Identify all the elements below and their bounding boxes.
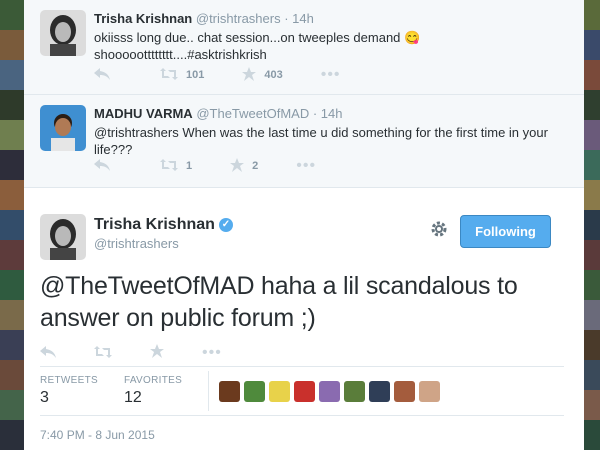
following-button[interactable]: Following bbox=[460, 215, 551, 248]
retweet-button[interactable]: 101 bbox=[160, 67, 204, 83]
context-tweet[interactable]: MADHU VARMA @TheTweetOfMAD · 14h @trisht… bbox=[24, 94, 584, 187]
more-button[interactable]: ••• bbox=[321, 66, 349, 84]
conversation-context: Trisha Krishnan @trishtrashers · 14h oki… bbox=[24, 0, 584, 188]
tweet-actions: 101 403 ••• bbox=[94, 66, 369, 84]
tweet-text: @trishtrashers When was the last time u … bbox=[94, 125, 548, 157]
reply-icon bbox=[40, 345, 56, 362]
favorite-button[interactable]: 2 bbox=[230, 157, 259, 175]
favorite-button[interactable]: 403 bbox=[242, 66, 283, 84]
author-name[interactable]: Trisha Krishnan bbox=[94, 216, 215, 234]
tweet-stats: RETWEETS 3 FAVORITES 12 bbox=[40, 366, 564, 416]
favoriter-avatar[interactable] bbox=[419, 380, 441, 402]
star-icon bbox=[150, 344, 164, 362]
retweet-icon bbox=[160, 67, 178, 83]
reply-icon bbox=[94, 67, 110, 83]
avatar[interactable] bbox=[40, 10, 86, 56]
favorite-count: 403 bbox=[264, 69, 283, 81]
reply-button[interactable] bbox=[40, 345, 64, 362]
favorites-stat[interactable]: FAVORITES 12 bbox=[124, 375, 182, 407]
verified-badge-icon: ✓ bbox=[218, 218, 233, 232]
reply-button[interactable] bbox=[94, 158, 118, 174]
author-name[interactable]: Trisha Krishnan bbox=[94, 11, 192, 26]
author-name[interactable]: MADHU VARMA bbox=[94, 106, 193, 121]
avatar[interactable] bbox=[40, 214, 86, 260]
favoriter-avatar[interactable] bbox=[219, 380, 241, 402]
star-icon bbox=[242, 66, 257, 84]
favorite-count: 2 bbox=[252, 160, 259, 172]
more-icon: ••• bbox=[320, 66, 341, 83]
favoriter-avatar[interactable] bbox=[394, 380, 416, 402]
favorites-label: FAVORITES bbox=[123, 375, 183, 386]
favoriter-avatars bbox=[219, 380, 444, 402]
tweet-actions: ••• bbox=[40, 344, 260, 362]
favoriter-avatar[interactable] bbox=[269, 380, 291, 402]
retweets-stat[interactable]: RETWEETS 3 bbox=[40, 375, 98, 407]
author-name-row[interactable]: Trisha Krishnan ✓ bbox=[94, 216, 233, 234]
more-icon: ••• bbox=[296, 157, 317, 174]
favoriter-avatar[interactable] bbox=[344, 380, 366, 402]
favoriter-avatar[interactable] bbox=[294, 380, 316, 402]
tweet-time[interactable]: · 14h bbox=[284, 11, 314, 26]
favorite-button[interactable] bbox=[150, 344, 172, 362]
favorites-count: 12 bbox=[123, 389, 142, 406]
favoriter-avatar[interactable] bbox=[319, 380, 341, 402]
tweet-time[interactable]: · 14h bbox=[313, 106, 343, 121]
star-icon bbox=[230, 157, 245, 175]
more-icon: ••• bbox=[202, 344, 222, 361]
author-handle[interactable]: @TheTweetOfMAD bbox=[196, 106, 309, 121]
retweet-button[interactable] bbox=[94, 345, 120, 362]
retweet-icon bbox=[160, 158, 178, 174]
tweet-timestamp[interactable]: 7:40 PM - 8 Jun 2015 bbox=[40, 428, 155, 442]
more-button[interactable]: ••• bbox=[296, 157, 324, 175]
context-tweet[interactable]: Trisha Krishnan @trishtrashers · 14h oki… bbox=[24, 0, 584, 94]
retweets-count: 3 bbox=[40, 389, 49, 406]
retweets-label: RETWEETS bbox=[40, 375, 98, 386]
reply-button[interactable] bbox=[94, 67, 118, 83]
author-handle[interactable]: @trishtrashers bbox=[196, 11, 281, 26]
retweet-icon bbox=[94, 345, 112, 362]
favoriter-avatar[interactable] bbox=[244, 380, 266, 402]
avatar[interactable] bbox=[40, 105, 86, 151]
tweet-header: Trisha Krishnan @trishtrashers · 14h bbox=[94, 10, 568, 28]
tweet-text: @TheTweetOfMAD haha a lil scandalous to … bbox=[40, 272, 518, 332]
retweet-button[interactable]: 1 bbox=[160, 158, 192, 174]
retweet-count: 1 bbox=[186, 160, 193, 172]
background-collage-right bbox=[584, 0, 600, 450]
tweet-header: MADHU VARMA @TheTweetOfMAD · 14h bbox=[94, 105, 568, 123]
tweet-actions: 1 2 ••• bbox=[94, 157, 344, 175]
favoriter-avatar[interactable] bbox=[369, 380, 391, 402]
tweet-permalink-panel: Trisha Krishnan @trishtrashers · 14h oki… bbox=[24, 0, 584, 450]
gear-icon[interactable] bbox=[430, 220, 448, 243]
tweet-text: okiisss long due.. chat session...on twe… bbox=[94, 30, 421, 62]
retweet-count: 101 bbox=[186, 69, 205, 81]
reply-icon bbox=[94, 158, 110, 174]
more-button[interactable]: ••• bbox=[202, 344, 230, 362]
background-collage-left bbox=[0, 0, 24, 450]
divider bbox=[208, 371, 210, 411]
